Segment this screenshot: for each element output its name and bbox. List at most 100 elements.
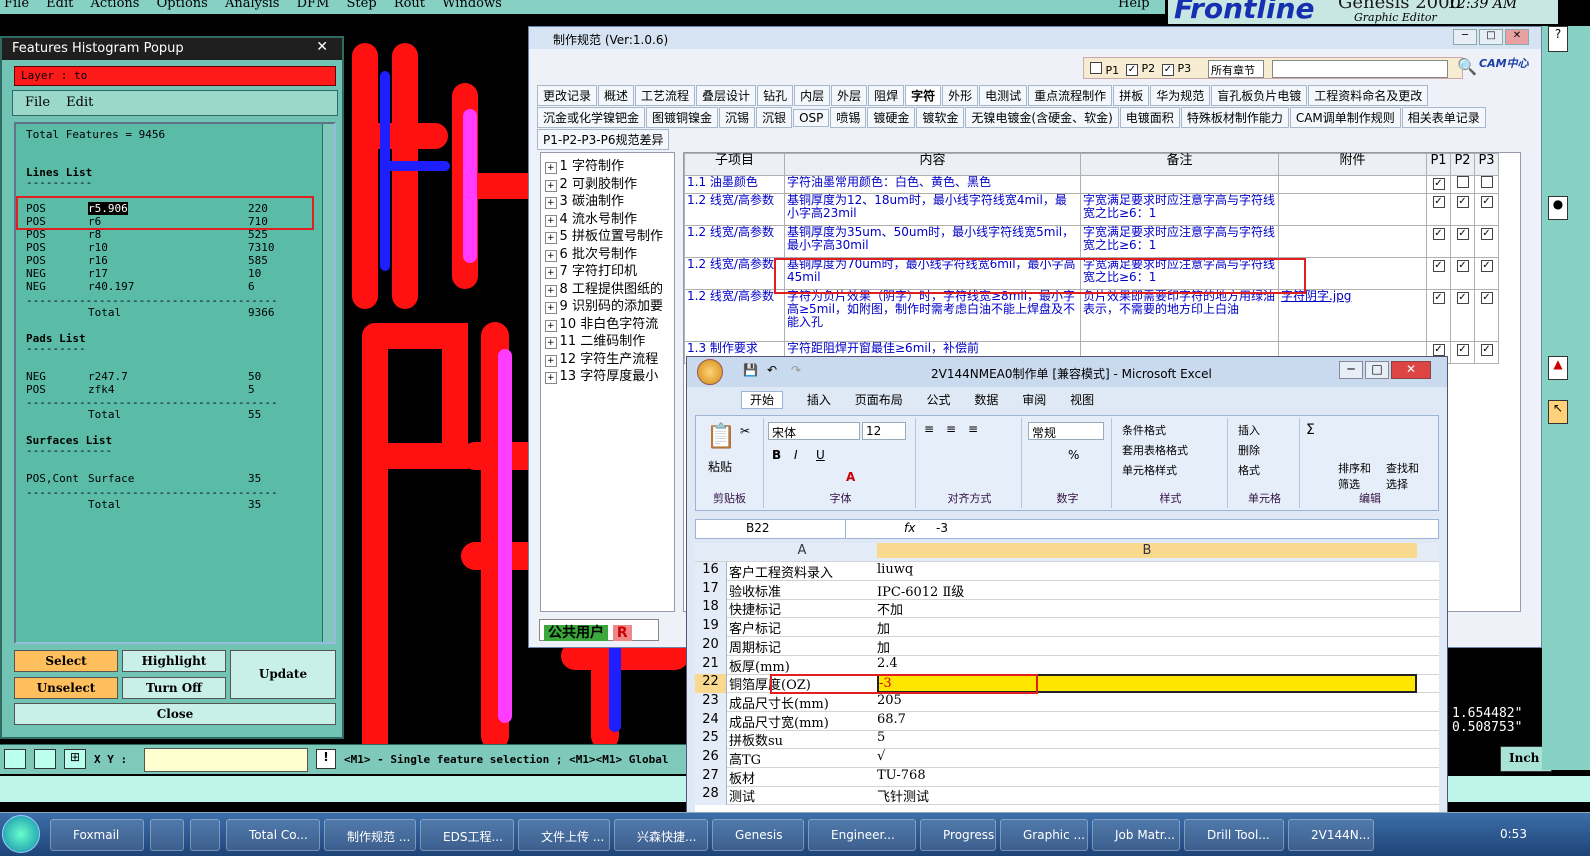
cell-item[interactable]: 1.2 线宽/高参数	[684, 193, 785, 226]
xy-input[interactable]	[144, 748, 308, 772]
checkbox[interactable]: ✓	[1456, 228, 1469, 240]
line-row-symbol[interactable]: r40.197	[88, 280, 134, 293]
sheet-row[interactable]: 28 测试 飞针测试	[695, 786, 1439, 806]
cell-checkbox[interactable]: ✓	[1450, 193, 1475, 226]
close-icon[interactable]: ✕	[1391, 361, 1431, 379]
cell-a[interactable]: 快捷标记	[729, 599, 875, 618]
measure-icon[interactable]	[34, 749, 56, 769]
checkbox[interactable]: ✓	[1432, 260, 1445, 272]
cell-checkbox[interactable]: ✓	[1426, 257, 1451, 290]
cell-styles-button[interactable]: 单元格样式	[1122, 462, 1177, 478]
cell-note[interactable]: 负片效果即需要印字符的地方用绿油表示，不需要的地方印上白油	[1080, 289, 1279, 342]
col-header-b[interactable]: B	[877, 543, 1417, 558]
pointer-icon[interactable]: ↖	[1548, 400, 1568, 424]
number-format-select[interactable]: 常规	[1028, 422, 1104, 440]
spec-tab[interactable]: 盲孔板负片电镀	[1211, 85, 1308, 106]
sheet-row[interactable]: 23 成品尺寸长(mm) 205	[695, 692, 1439, 712]
row-number[interactable]: 25	[695, 730, 727, 750]
paste-icon[interactable]: 📋	[706, 422, 736, 450]
cell-content[interactable]: 字符为负片效果（阴字）时，字符线宽≥8mil，最小字高≥5mil，如附图，制作时…	[784, 289, 1081, 342]
row-number[interactable]: 18	[695, 599, 727, 619]
fx-icon[interactable]: fx	[904, 521, 915, 535]
spec-tab[interactable]: 喷锡	[830, 107, 867, 128]
cell-checkbox[interactable]: ✓	[1450, 257, 1475, 290]
spec-tab[interactable]: 概述	[598, 85, 635, 106]
format-cells-button[interactable]: 格式	[1238, 462, 1260, 478]
menu-options[interactable]: Options	[157, 0, 208, 11]
line-row-pol[interactable]: NEG	[26, 280, 46, 293]
tab-insert[interactable]: 插入	[807, 393, 831, 407]
sheet-row[interactable]: 25 拼板数su 5	[695, 730, 1439, 750]
line-row-symbol[interactable]: r17	[88, 267, 108, 280]
maximize-icon[interactable]: □	[1365, 361, 1389, 379]
checkbox[interactable]: ✓	[1480, 260, 1493, 272]
tool-icon[interactable]: ?	[1548, 26, 1568, 52]
row-number[interactable]: 17	[695, 580, 727, 600]
row-number[interactable]: 19	[695, 618, 727, 638]
sheet-row[interactable]: 16 客户工程资料录入 liuwq	[695, 562, 1439, 581]
tree-item[interactable]: +10 非白色字符流	[545, 313, 658, 332]
menu-rout[interactable]: Rout	[394, 0, 425, 11]
table-row[interactable]: 1.2 线宽/高参数 字符为负片效果（阴字）时，字符线宽≥8mil，最小字高≥5m…	[684, 289, 1499, 342]
checkbox[interactable]: ✓	[1432, 292, 1445, 304]
highlight-button[interactable]: Highlight	[122, 650, 226, 672]
cell-b[interactable]: 5	[877, 730, 1417, 745]
cell-note[interactable]: 字宽满足要求时应注意字高与字符线宽之比≥6：1	[1080, 193, 1279, 226]
filter-p3[interactable]: ✓ P3	[1162, 62, 1191, 76]
checkbox[interactable]: ✓	[1432, 196, 1445, 208]
sheet-row[interactable]: 21 板厚(mm) 2.4	[695, 655, 1439, 675]
spec-tab[interactable]: CAM调单制作规则	[1289, 107, 1401, 128]
surface-row-pol[interactable]: POS,Cont	[26, 472, 79, 485]
alert-icon[interactable]: !	[316, 749, 336, 769]
spec-tab[interactable]: 电测试	[979, 85, 1028, 106]
line-row-pol[interactable]: POS	[26, 254, 46, 267]
checkbox[interactable]: ✓	[1432, 344, 1445, 356]
spec-tab[interactable]: 叠层设计	[696, 85, 757, 106]
tab-data[interactable]: 数据	[974, 393, 998, 407]
cell-b[interactable]: TU-768	[877, 768, 1417, 783]
underline-button[interactable]: U	[816, 448, 825, 462]
checkbox[interactable]: ✓	[1456, 260, 1469, 272]
line-row-symbol[interactable]: r10	[88, 241, 108, 254]
row-number[interactable]: 20	[695, 636, 727, 656]
taskbar-item[interactable]: 兴森快捷...	[614, 819, 708, 851]
sheet-row[interactable]: 19 客户标记加	[695, 618, 1439, 638]
taskbar-item[interactable]: Drill Tool...	[1184, 819, 1284, 851]
turn-off-button[interactable]: Turn Off	[122, 677, 226, 699]
triangle-icon[interactable]: ▲	[1548, 356, 1568, 380]
delete-cells-button[interactable]: 删除	[1238, 442, 1260, 458]
spec-tab[interactable]: 工程资料命名及更改	[1308, 85, 1429, 106]
spec-tab[interactable]: 无镍电镀金(含硬金、软金)	[965, 107, 1119, 128]
line-row-symbol[interactable]: r16	[88, 254, 108, 267]
cell-b[interactable]: IPC-6012 Ⅱ级	[877, 581, 1417, 600]
bold-button[interactable]: B	[772, 448, 781, 462]
table-row[interactable]: 1.2 线宽/高参数 基铜厚度为12、18um时，最小线字符线宽4mil，最小字高…	[684, 193, 1499, 226]
sum-icon[interactable]: Σ	[1306, 422, 1315, 438]
cut-icon[interactable]: ✂	[740, 424, 750, 438]
taskbar-item[interactable]: 2V144N...	[1288, 819, 1374, 851]
spec-tab[interactable]: 工艺流程	[635, 85, 696, 106]
undo-icon[interactable]: ↶	[767, 363, 777, 377]
save-icon[interactable]: 💾	[743, 363, 758, 377]
cell-checkbox[interactable]: ✓	[1474, 341, 1499, 364]
spec-tab[interactable]: 特殊板材制作能力	[1180, 107, 1289, 128]
spec-tab[interactable]: 沉银	[756, 107, 793, 128]
cell-checkbox[interactable]	[1474, 175, 1499, 194]
taskbar-item[interactable]: Engineer...	[808, 819, 916, 851]
spec-tab[interactable]: P1-P2-P3-P6规范差异	[537, 129, 670, 150]
tab-page-layout[interactable]: 页面布局	[855, 393, 903, 407]
redo-icon[interactable]: ↷	[791, 363, 801, 377]
search-input[interactable]	[1272, 60, 1448, 78]
align-middle-icon[interactable]: ≡	[946, 422, 956, 436]
col-content[interactable]: 内容	[784, 153, 1081, 176]
cell-checkbox[interactable]: ✓	[1450, 341, 1475, 364]
cell-b[interactable]: liuwq	[877, 562, 1417, 577]
pad-row-symbol[interactable]: zfk4	[88, 383, 115, 396]
cell-checkbox[interactable]: ✓	[1474, 289, 1499, 342]
close-icon[interactable]: ✕	[316, 39, 328, 55]
spec-tab[interactable]: 阻焊	[868, 85, 905, 106]
tree-item[interactable]: +11 二维码制作	[545, 330, 645, 349]
checkbox[interactable]: ✓	[1432, 178, 1445, 190]
cell-content[interactable]: 基铜厚度为12、18um时，最小线字符线宽4mil，最小字高23mil	[784, 193, 1081, 226]
checkbox[interactable]: ✓	[1480, 228, 1493, 240]
